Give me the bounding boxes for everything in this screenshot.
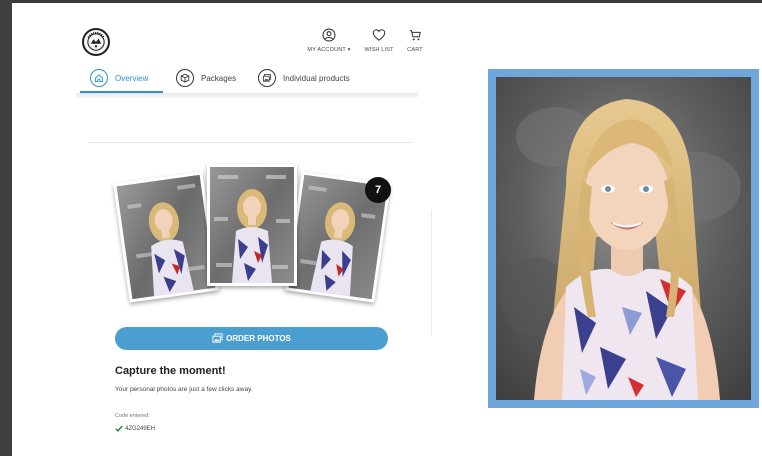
box-icon [176,69,194,87]
my-account-label: MY ACCOUNT ▾ [307,47,351,53]
product-tabs: Overview Packages Individual products [80,62,420,94]
wish-list-button[interactable]: WISH LIST [364,28,394,53]
wish-list-label: WISH LIST [364,47,394,53]
section-divider [88,142,414,143]
tab-packages-label: Packages [201,73,237,83]
tab-overview-label: Overview [115,73,149,83]
heart-icon [372,29,386,41]
my-account-button[interactable]: MY ACCOUNT ▾ [306,28,352,53]
photo-order-page: MY ACCOUNT ▾ WISH LIST CART Overview Pac… [0,0,762,456]
tabs-shadow [76,93,418,99]
code-value: 4ZG249EH [125,425,156,432]
user-icon [322,28,336,42]
cart-button[interactable]: CART [403,28,427,53]
tab-packages[interactable]: Packages [176,66,236,90]
tab-individual-products-label: Individual products [283,73,350,83]
cart-icon [409,30,421,41]
order-photos-label: ORDER PHOTOS [226,334,291,343]
cart-label: CART [407,47,423,53]
tab-overview[interactable]: Overview [90,66,148,90]
girl-portrait-thumbnail-icon [116,174,216,300]
vertical-separator [431,210,432,335]
tab-individual-products[interactable]: Individual products [258,66,350,90]
order-photos-button[interactable]: ORDER PHOTOS [115,327,388,350]
window-left-edge [0,0,12,456]
portrait-preview [488,69,759,408]
photo-count-badge: 7 [365,177,391,203]
logo-emblem-icon [84,30,108,54]
checkmark-icon [115,425,123,432]
photos-icon [212,333,223,343]
girl-portrait-thumbnail-icon [210,167,294,283]
code-entered-label: Code entered: [115,413,150,419]
photo-preview-center [207,164,297,286]
window-top-edge [0,0,762,3]
studio-logo[interactable] [82,28,110,56]
girl-portrait-photo-icon [496,77,751,400]
photos-icon [258,69,276,87]
home-icon [90,69,108,87]
code-entered-row: 4ZG249EH [115,425,155,432]
subline: Your personal photos are just a few clic… [115,386,253,393]
photo-preview-left [113,171,219,303]
headline: Capture the moment! [115,365,226,377]
